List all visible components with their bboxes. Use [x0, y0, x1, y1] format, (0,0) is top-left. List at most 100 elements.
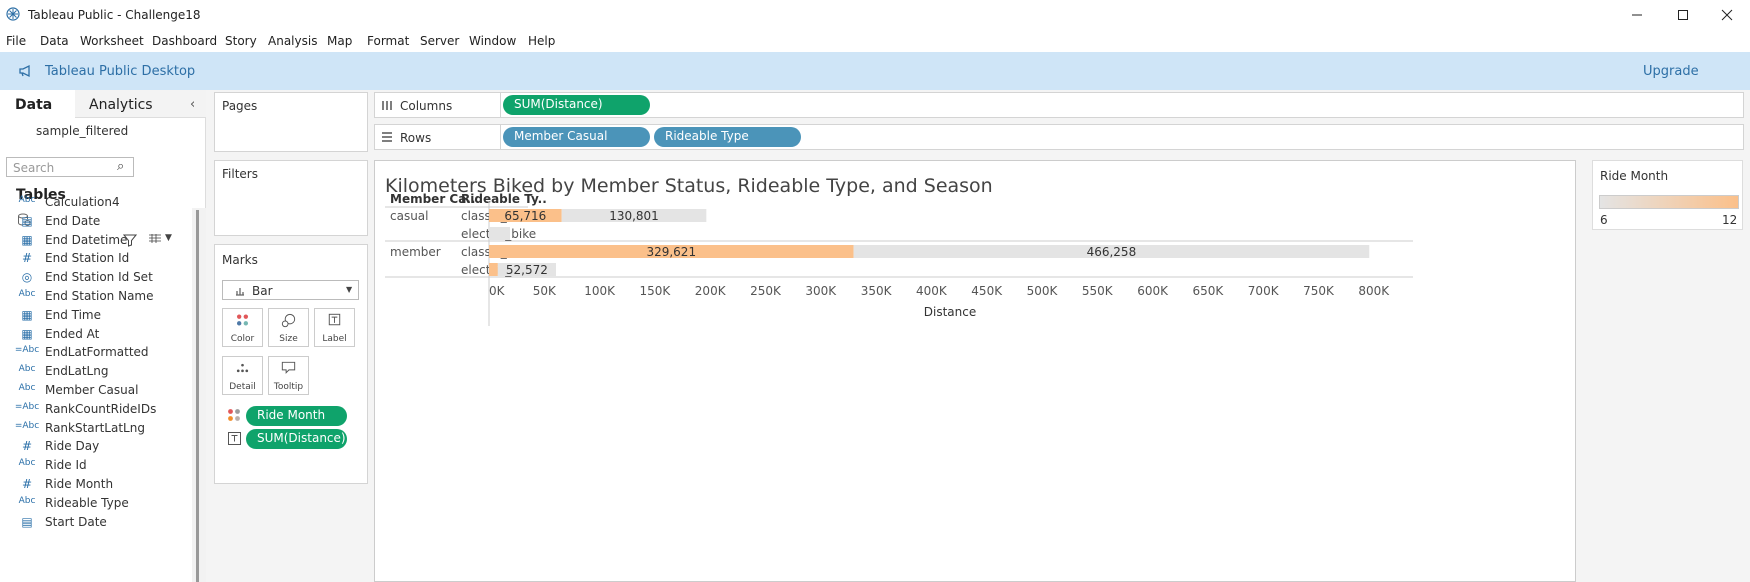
string-icon: Abc [18, 495, 36, 506]
field-item[interactable]: ▤ End Date [14, 212, 194, 232]
header-rideable-type: Rideable Ty.. [461, 192, 547, 206]
color-button[interactable]: Color [222, 308, 263, 347]
search-input[interactable]: Search ⌕ [6, 157, 134, 177]
x-tick-label: 500K [1027, 284, 1059, 298]
field-item[interactable]: Abc EndLatLng [14, 362, 194, 382]
x-tick-label: 350K [861, 284, 893, 298]
bar-segment[interactable] [489, 227, 511, 240]
field-item[interactable]: =Abc RankCountRideIDs [14, 400, 194, 420]
menu-map[interactable]: Map [327, 34, 352, 48]
collapse-pane-icon[interactable]: ‹ [190, 97, 195, 112]
field-item[interactable]: =Abc EndLatFormatted [14, 343, 194, 363]
filters-card[interactable]: Filters [214, 160, 368, 236]
field-item[interactable]: Abc End Station Name [14, 287, 194, 307]
menu-file[interactable]: File [6, 34, 26, 48]
pages-card[interactable]: Pages [214, 92, 368, 152]
field-item[interactable]: ▦ End Datetime [14, 231, 194, 251]
field-item[interactable]: ▤ Start Date [14, 513, 194, 533]
chevron-down-icon: ▼ [346, 285, 353, 294]
close-button[interactable] [1704, 0, 1750, 30]
menu-dashboard[interactable]: Dashboard [152, 34, 217, 48]
product-name: Tableau Public Desktop [45, 64, 196, 79]
menu-format[interactable]: Format [367, 34, 409, 48]
field-item[interactable]: Abc Calculation4 [14, 193, 194, 213]
calc-string-icon: =Abc [14, 401, 40, 412]
menu-analysis[interactable]: Analysis [268, 34, 317, 48]
menu-worksheet[interactable]: Worksheet [80, 34, 144, 48]
menu-data[interactable]: Data [40, 34, 69, 48]
close-icon [1721, 9, 1733, 21]
scrollbar-track[interactable] [192, 208, 206, 582]
field-item[interactable]: ◎ End Station Id Set [14, 268, 194, 288]
menu-server[interactable]: Server [420, 34, 459, 48]
menu-story[interactable]: Story [225, 34, 257, 48]
bar-data-label: 65,716 [504, 209, 546, 223]
megaphone-icon [19, 64, 30, 78]
upgrade-link[interactable]: Upgrade [1643, 64, 1699, 79]
rideable-type-pill[interactable]: Rideable Type [654, 127, 801, 147]
field-item[interactable]: ▦ Ended At [14, 325, 194, 345]
data-pane: Data Analytics ‹ sample_filtered Search … [0, 90, 206, 582]
member-casual-pill[interactable]: Member Casual [503, 127, 650, 147]
x-tick-label: 450K [971, 284, 1003, 298]
legend-title: Ride Month [1600, 169, 1669, 183]
columns-shelf-label: Columns [400, 99, 453, 113]
bar-segment[interactable] [489, 263, 498, 276]
detail-button[interactable]: Detail [222, 356, 263, 395]
field-item[interactable]: Abc Member Casual [14, 381, 194, 401]
menu-bar: File Data Worksheet Dashboard Story Anal… [0, 30, 1750, 52]
columns-icon [382, 101, 392, 110]
calc-string-icon: Abc [18, 195, 36, 205]
field-label: Ride Month [45, 477, 114, 491]
tooltip-button[interactable]: Tooltip [268, 356, 309, 395]
mark-type-select[interactable]: Bar ▼ [222, 280, 359, 300]
x-tick-label: 650K [1193, 284, 1225, 298]
datasource-name[interactable]: sample_filtered [36, 124, 128, 138]
field-label: Calculation4 [45, 195, 120, 209]
x-tick-label: 50K [533, 284, 557, 298]
maximize-icon [1678, 10, 1688, 20]
datetime-icon: ▦ [21, 307, 33, 322]
ride-month-pill[interactable]: Ride Month [246, 406, 347, 426]
label-encoding-icon [228, 432, 241, 445]
string-icon: Abc [18, 458, 36, 469]
x-tick-label: 750K [1303, 284, 1335, 298]
label-button[interactable]: Label [314, 308, 355, 347]
color-label: Color [230, 334, 255, 344]
rows-icon [382, 132, 392, 142]
field-label: End Station Id Set [45, 270, 153, 285]
x-tick-label: 300K [805, 284, 837, 298]
tab-analytics[interactable]: Analytics [75, 90, 206, 118]
menu-window[interactable]: Window [469, 34, 516, 48]
tab-data[interactable]: Data [0, 90, 75, 118]
field-item[interactable]: # Ride Day [14, 437, 194, 457]
color-legend[interactable]: Ride Month 6 12 [1592, 160, 1743, 230]
field-label: End Datetime [45, 232, 128, 247]
sum-distance-pill[interactable]: SUM(Distance) [503, 95, 650, 115]
field-item[interactable]: Abc Rideable Type [14, 494, 194, 514]
scrollbar-thumb[interactable] [196, 210, 199, 582]
maximize-button[interactable] [1660, 0, 1706, 30]
calc-string-icon: =Abc [14, 345, 40, 356]
datetime-icon: ▦ [21, 326, 33, 341]
bar-chart: Member Ca.. Rideable Ty.. casualclassic_… [385, 192, 1413, 326]
marks-card: Marks Bar ▼ Color Size Label Detail Tool… [214, 244, 368, 484]
field-item[interactable]: =Abc RankStartLatLng [14, 419, 194, 439]
columns-shelf[interactable]: Columns SUM(Distance) [374, 92, 1744, 118]
x-tick-label: 200K [695, 284, 727, 298]
row-header-member: casual [390, 209, 429, 223]
size-button[interactable]: Size [268, 308, 309, 347]
field-item[interactable]: # End Station Id [14, 249, 194, 269]
menu-help[interactable]: Help [528, 34, 555, 48]
field-label: Ended At [45, 326, 100, 341]
rows-shelf[interactable]: Rows Member Casual Rideable Type [374, 124, 1744, 150]
minimize-button[interactable] [1614, 0, 1660, 30]
field-item[interactable]: Abc Ride Id [14, 456, 194, 476]
bar-data-label: 329,621 [646, 245, 696, 259]
field-item[interactable]: # Ride Month [14, 475, 194, 495]
datetime-icon: ▦ [21, 232, 33, 247]
field-item[interactable]: ▦ End Time [14, 306, 194, 326]
x-axis-title: Distance [924, 305, 976, 319]
field-label: Ride Day [45, 439, 100, 454]
sum-distance-label-pill[interactable]: SUM(Distance) [246, 429, 347, 449]
